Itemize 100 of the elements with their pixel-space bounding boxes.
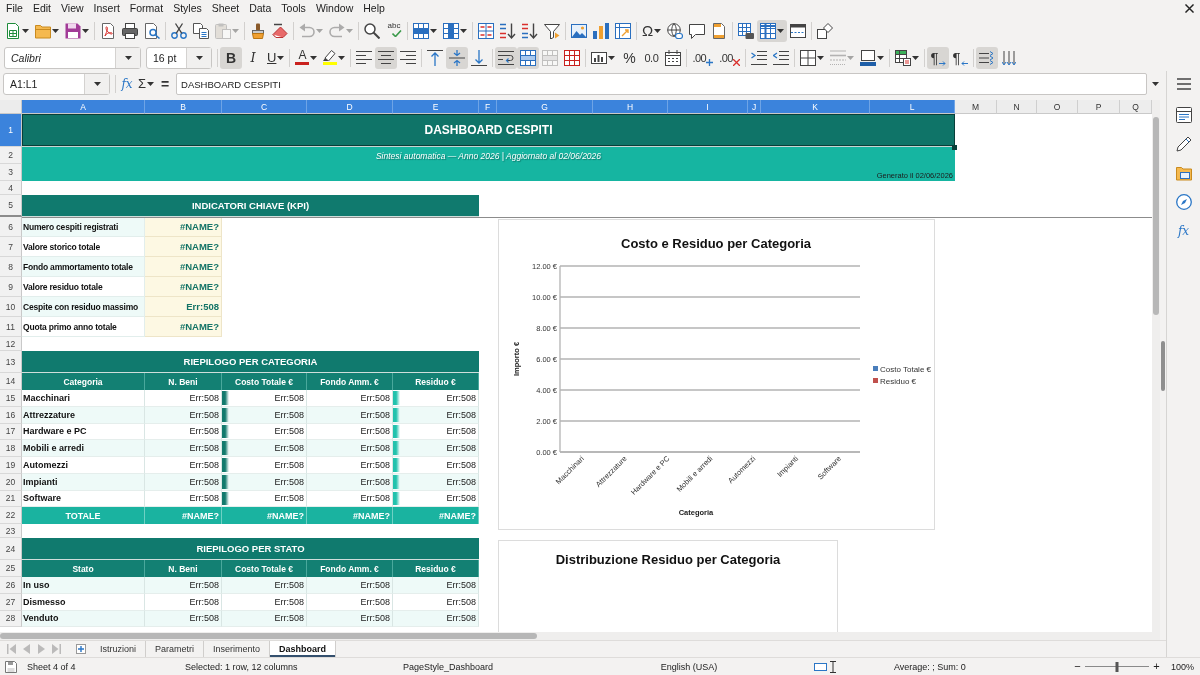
zoom-out-button[interactable]: − xyxy=(1073,661,1082,672)
menu-item[interactable]: Insert xyxy=(88,1,125,16)
delete-decimal-button[interactable]: .00 xyxy=(716,46,743,69)
row-header[interactable]: 12 xyxy=(0,337,22,351)
sum-button[interactable]: Σ xyxy=(136,73,157,95)
row-header[interactable]: 26 xyxy=(0,577,22,594)
function-wizard-button[interactable]: fx xyxy=(119,73,135,95)
column-header[interactable]: A xyxy=(22,100,145,114)
font-size-dropdown[interactable] xyxy=(186,47,211,68)
row-header[interactable]: 8 xyxy=(0,257,22,277)
row-header[interactable]: 14 xyxy=(0,373,22,390)
ltr-button[interactable]: ¶ xyxy=(927,46,949,69)
column-header[interactable]: N xyxy=(997,100,1037,114)
wrap-text-button[interactable] xyxy=(495,46,518,69)
menu-item[interactable]: File xyxy=(1,1,28,16)
column-header[interactable]: H xyxy=(593,100,668,114)
lines-arrows-icon xyxy=(979,50,995,65)
text-cursor-icon[interactable] xyxy=(830,660,836,673)
column-header[interactable]: P xyxy=(1078,100,1120,114)
column-header[interactable]: D xyxy=(307,100,393,114)
horizontal-scrollbar[interactable] xyxy=(0,632,1160,640)
row-header[interactable]: 22 xyxy=(0,507,22,524)
number-button[interactable]: 0.0 xyxy=(640,46,663,69)
percent-button[interactable]: % xyxy=(618,46,641,69)
column-header[interactable]: K xyxy=(761,100,870,114)
align-middle-button[interactable] xyxy=(446,46,469,69)
text-direction-button[interactable] xyxy=(976,46,998,69)
row-header[interactable]: 6 xyxy=(0,217,22,237)
menu-item[interactable]: Styles xyxy=(168,1,207,16)
menu-item[interactable]: Data xyxy=(244,1,277,16)
freeze-button[interactable] xyxy=(757,19,788,42)
functions-deck-button[interactable]: fx xyxy=(1170,216,1197,245)
row-header[interactable]: 19 xyxy=(0,457,22,474)
menu-item[interactable]: Edit xyxy=(27,1,56,16)
column-header[interactable]: B xyxy=(145,100,222,114)
rectangle-icon[interactable] xyxy=(814,662,827,671)
row-header[interactable]: 2 xyxy=(0,147,22,164)
sheet-tab[interactable]: Parametri xyxy=(146,641,205,657)
scrollbar-thumb[interactable] xyxy=(0,633,537,639)
row-header[interactable]: 7 xyxy=(0,237,22,257)
row-header[interactable]: 1 xyxy=(0,114,22,147)
row-header[interactable]: 13 xyxy=(0,351,22,373)
column-header[interactable]: O xyxy=(1037,100,1078,114)
sidebar-handle[interactable] xyxy=(1161,341,1165,391)
zoom-slider-thumb[interactable] xyxy=(1115,661,1119,672)
page-style[interactable]: PageStyle_Dashboard xyxy=(403,661,494,672)
column-header[interactable]: J xyxy=(748,100,761,114)
menu-item[interactable]: Format xyxy=(124,1,169,16)
bold-button[interactable]: B xyxy=(220,46,242,69)
add-decimal-button[interactable]: .00 xyxy=(689,46,717,69)
vertical-scrollbar[interactable] xyxy=(1152,100,1160,632)
row-header[interactable]: 3 xyxy=(0,164,22,181)
menu-item[interactable]: Sheet xyxy=(206,1,245,16)
font-size-field[interactable]: 16 pt xyxy=(146,46,212,69)
name-box-dropdown[interactable] xyxy=(84,74,109,94)
row-header[interactable]: 11 xyxy=(0,317,22,337)
formula-button[interactable]: = xyxy=(157,73,174,95)
column-header[interactable]: I xyxy=(668,100,748,114)
row-header[interactable]: 10 xyxy=(0,297,22,317)
zoom-percentage[interactable]: 100% xyxy=(1171,661,1194,672)
font-color-button[interactable]: A xyxy=(292,46,321,69)
sheet-tab[interactable]: Istruzioni xyxy=(91,641,146,657)
menu-item[interactable]: Help xyxy=(358,1,390,16)
spelling-button[interactable]: abc xyxy=(383,19,405,42)
row-header[interactable]: 9 xyxy=(0,277,22,297)
rtl-button[interactable]: ¶ xyxy=(949,46,971,69)
row-header[interactable]: 15 xyxy=(0,390,22,407)
name-box[interactable]: A1:L1 xyxy=(3,73,110,95)
column-header[interactable]: E xyxy=(393,100,479,114)
scrollbar-thumb[interactable] xyxy=(1153,117,1159,315)
column-header[interactable]: F xyxy=(479,100,497,114)
column-header[interactable]: G xyxy=(497,100,593,114)
add-sheet-button[interactable] xyxy=(76,641,86,657)
menu-item[interactable]: Window xyxy=(310,1,359,16)
row-header[interactable]: 18 xyxy=(0,440,22,457)
row-header[interactable]: 24 xyxy=(0,538,22,560)
row-header[interactable]: 5 xyxy=(0,195,22,217)
column-header[interactable]: M xyxy=(955,100,997,114)
special-character-button[interactable]: Ω xyxy=(639,19,665,42)
image-folder-icon xyxy=(1175,164,1192,181)
fill-handle[interactable] xyxy=(952,145,957,150)
underline-button[interactable]: U xyxy=(264,46,288,69)
align-center-button[interactable] xyxy=(375,46,398,69)
column-header[interactable]: C xyxy=(222,100,307,114)
formula-input[interactable]: DASHBOARD CESPITI xyxy=(176,73,1147,95)
sheet-tab[interactable]: Dashboard xyxy=(270,641,337,657)
column-header[interactable]: Q xyxy=(1120,100,1152,114)
language[interactable]: English (USA) xyxy=(660,661,718,672)
menu-item[interactable]: Tools xyxy=(276,1,311,16)
merge-center-button[interactable] xyxy=(517,46,540,69)
menu-item[interactable]: View xyxy=(56,1,89,16)
row-header[interactable]: 25 xyxy=(0,560,22,577)
font-name-dropdown[interactable] xyxy=(115,47,140,68)
column-header[interactable]: L xyxy=(870,100,955,114)
close-document-button[interactable] xyxy=(1185,4,1194,13)
row-header[interactable]: 4 xyxy=(0,181,22,195)
font-name-field[interactable]: Calibri xyxy=(4,46,141,69)
italic-button[interactable]: I xyxy=(242,46,264,69)
zoom-in-button[interactable]: + xyxy=(1152,661,1161,672)
row-header[interactable]: 23 xyxy=(0,524,22,538)
